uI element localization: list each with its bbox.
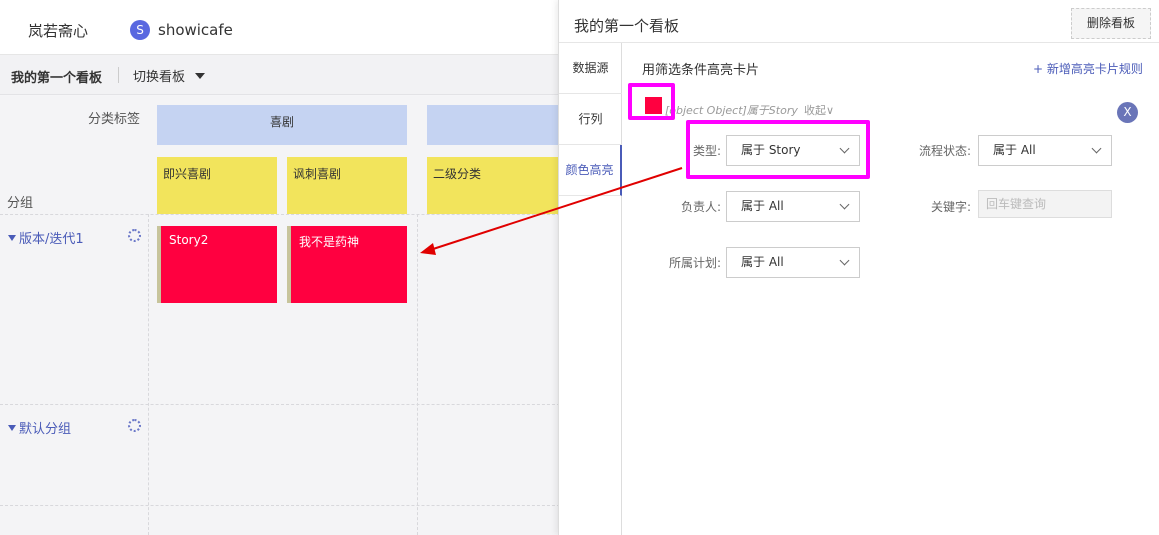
panel-divider (559, 42, 1159, 43)
row-divider (0, 214, 560, 215)
chevron-down-icon (839, 199, 850, 210)
tab-color-highlight[interactable]: 颜色高亮 (559, 145, 622, 196)
tab-rows-columns[interactable]: 行列 (559, 94, 622, 145)
project-switcher[interactable]: S showicafe (130, 20, 233, 40)
subcolumn-header[interactable]: 二级分类 (427, 157, 562, 214)
subcolumn-header[interactable]: 讽刺喜剧 (287, 157, 407, 214)
caret-down-icon (195, 72, 206, 79)
board-settings-panel: 我的第一个看板 删除看板 数据源 行列 颜色高亮 用筛选条件高亮卡片 + 新增高… (558, 0, 1159, 535)
add-highlight-rule-link[interactable]: + 新增高亮卡片规则 (1033, 60, 1143, 77)
annotation-highlight-box (686, 120, 870, 179)
column-header-partial[interactable] (427, 105, 562, 145)
row-title-label: 版本/迭代1 (19, 232, 84, 247)
board-header: 我的第一个看板 切换看板 (0, 55, 560, 95)
annotation-highlight-box (628, 83, 675, 120)
triangle-down-icon (8, 424, 16, 431)
close-icon[interactable]: X (1117, 102, 1138, 123)
story-card[interactable]: Story2 (157, 226, 277, 303)
row-title-default[interactable]: 默认分组 (8, 418, 71, 437)
story-card[interactable]: 我不是药神 (287, 226, 407, 303)
column-divider (417, 214, 418, 535)
owner-label: 负责人: (680, 200, 721, 214)
keyword-input[interactable]: 回车键查询 (978, 190, 1112, 218)
subcolumn-header[interactable]: 即兴喜剧 (157, 157, 277, 214)
column-divider (148, 214, 149, 535)
project-name: showicafe (158, 21, 233, 39)
project-icon: S (130, 20, 150, 40)
status-label: 流程状态: (918, 144, 971, 158)
settings-tabs: 数据源 行列 颜色高亮 (559, 43, 622, 535)
gear-icon[interactable] (128, 229, 141, 242)
collapse-toggle[interactable]: 收起∨ (804, 102, 834, 118)
board-name: 我的第一个看板 (11, 71, 103, 86)
delete-board-button[interactable]: 删除看板 (1071, 8, 1151, 39)
gear-icon[interactable] (128, 419, 141, 432)
section-title: 用筛选条件高亮卡片 (642, 63, 760, 78)
plan-select[interactable]: 属于 All (726, 247, 860, 278)
rule-summary: [object Object]属于Story (665, 104, 798, 117)
owner-select-value: 属于 All (741, 199, 784, 213)
row-title-iteration[interactable]: 版本/迭代1 (8, 228, 84, 247)
header-divider (118, 67, 119, 83)
column-header[interactable]: 喜剧 (157, 105, 407, 145)
group-label: 分组 (7, 196, 34, 211)
brand-name[interactable]: 岚若斋心 (28, 20, 88, 41)
status-select-value: 属于 All (993, 143, 1036, 157)
row-divider (0, 505, 560, 506)
plan-select-value: 属于 All (741, 255, 784, 269)
panel-title: 我的第一个看板 (574, 17, 680, 35)
owner-select[interactable]: 属于 All (726, 191, 860, 222)
row-title-label: 默认分组 (19, 422, 72, 437)
kanban-board: 分类标签 分组 喜剧 即兴喜剧 讽刺喜剧 二级分类 版本/迭代1 默认分组 St… (0, 96, 562, 535)
tab-data-source[interactable]: 数据源 (559, 43, 622, 94)
switch-board-label: 切换看板 (133, 70, 186, 85)
row-divider (0, 404, 560, 405)
triangle-down-icon (8, 234, 16, 241)
keyword-label: 关键字: (930, 200, 971, 214)
switch-board-dropdown[interactable]: 切换看板 (133, 66, 206, 85)
chevron-down-icon (1091, 143, 1102, 154)
category-label: 分类标签 (88, 112, 141, 127)
status-select[interactable]: 属于 All (978, 135, 1112, 166)
chevron-down-icon (839, 255, 850, 266)
plan-label: 所属计划: (668, 256, 721, 270)
